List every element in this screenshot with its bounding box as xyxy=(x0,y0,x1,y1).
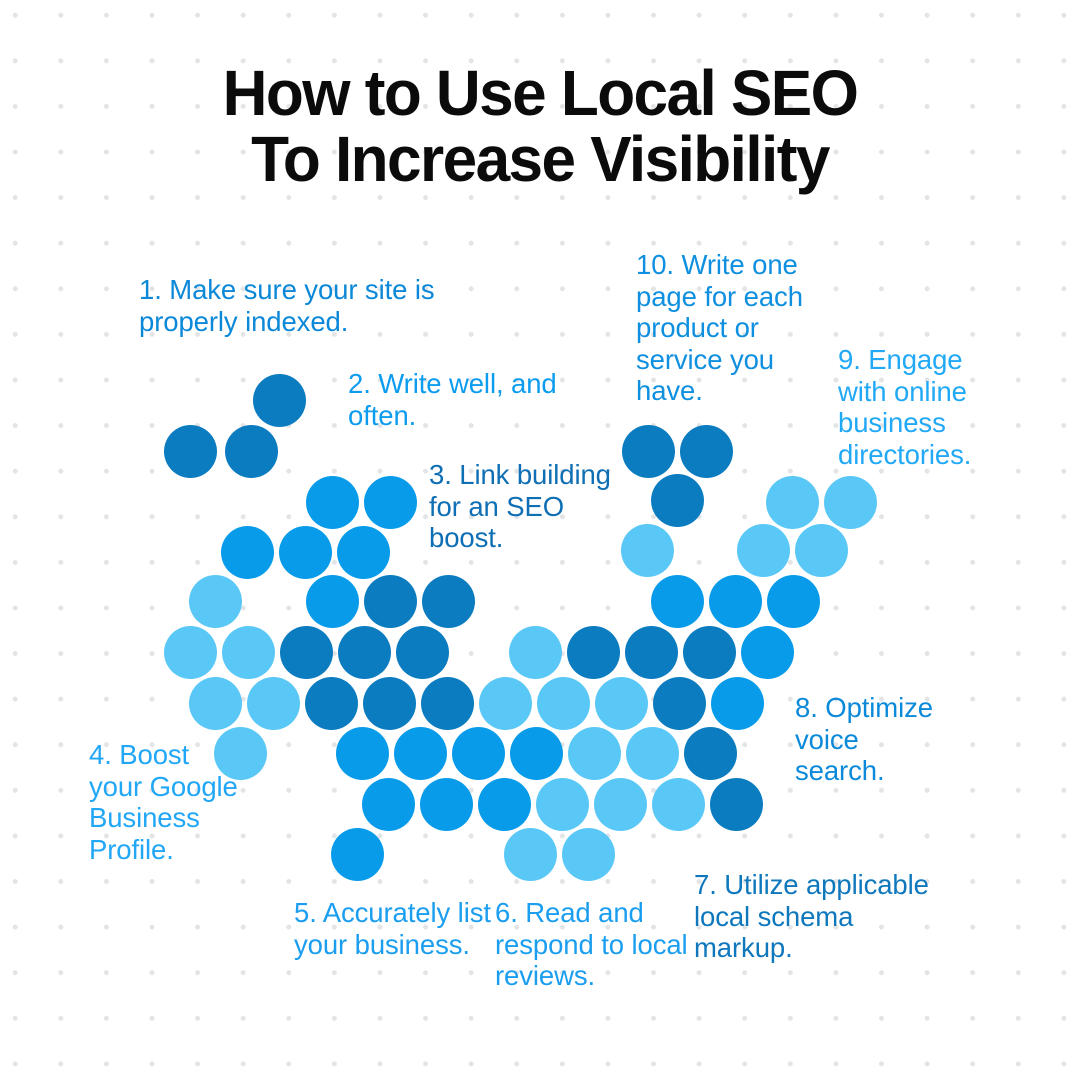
map-dot xyxy=(741,626,794,679)
map-dot xyxy=(509,626,562,679)
map-dot xyxy=(537,677,590,730)
map-dot xyxy=(478,778,531,831)
map-dot xyxy=(795,524,848,577)
tip-item-8: 8. Optimize voice search. xyxy=(795,692,933,786)
map-dot xyxy=(280,626,333,679)
map-dot xyxy=(305,677,358,730)
map-dot xyxy=(711,677,764,730)
map-dot xyxy=(364,575,417,628)
map-dot xyxy=(363,677,416,730)
page-title: How to Use Local SEO To Increase Visibil… xyxy=(0,60,1080,192)
map-dot xyxy=(625,626,678,679)
map-dot xyxy=(504,828,557,881)
tip-item-7: 7. Utilize applicable local schema marku… xyxy=(694,869,929,963)
map-dot xyxy=(421,677,474,730)
tip-item-4: 4. Boost your Google Business Profile. xyxy=(89,739,238,865)
map-dot xyxy=(225,425,278,478)
title-line-2: To Increase Visibility xyxy=(251,123,830,195)
map-dot xyxy=(336,727,389,780)
map-dot xyxy=(306,476,359,529)
map-dot xyxy=(652,778,705,831)
map-dot xyxy=(253,374,306,427)
map-dot xyxy=(710,778,763,831)
map-dot xyxy=(422,575,475,628)
map-dot xyxy=(189,575,242,628)
tip-item-1: 1. Make sure your site is properly index… xyxy=(139,274,435,337)
map-dot xyxy=(164,425,217,478)
tip-item-3: 3. Link building for an SEO boost. xyxy=(429,459,611,553)
map-dot xyxy=(479,677,532,730)
tip-item-10: 10. Write one page for each product or s… xyxy=(636,249,803,406)
map-dot xyxy=(737,524,790,577)
map-dot xyxy=(767,575,820,628)
map-dot xyxy=(247,677,300,730)
map-dot xyxy=(651,474,704,527)
map-dot xyxy=(364,476,417,529)
map-dot xyxy=(653,677,706,730)
map-dot xyxy=(306,575,359,628)
map-dot xyxy=(221,526,274,579)
map-dot xyxy=(683,626,736,679)
map-dot xyxy=(709,575,762,628)
map-dot xyxy=(626,727,679,780)
map-dot xyxy=(684,727,737,780)
map-dot xyxy=(651,575,704,628)
map-dot xyxy=(680,425,733,478)
map-dot xyxy=(568,727,621,780)
map-dot xyxy=(594,778,647,831)
map-dot xyxy=(337,526,390,579)
map-dot xyxy=(331,828,384,881)
tip-item-6: 6. Read and respond to local reviews. xyxy=(495,897,688,991)
map-dot xyxy=(164,626,217,679)
map-dot xyxy=(510,727,563,780)
map-dot xyxy=(279,526,332,579)
map-dot xyxy=(338,626,391,679)
map-dot xyxy=(562,828,615,881)
map-dot xyxy=(452,727,505,780)
title-line-1: How to Use Local SEO xyxy=(222,57,859,129)
tip-item-9: 9. Engage with online business directori… xyxy=(838,344,972,470)
map-dot xyxy=(536,778,589,831)
map-dot xyxy=(824,476,877,529)
map-dot xyxy=(189,677,242,730)
map-dot xyxy=(766,476,819,529)
map-dot xyxy=(420,778,473,831)
tip-item-5: 5. Accurately list your business. xyxy=(294,897,491,960)
map-dot xyxy=(362,778,415,831)
map-dot xyxy=(394,727,447,780)
tip-item-2: 2. Write well, and often. xyxy=(348,368,557,431)
map-dot xyxy=(595,677,648,730)
map-dot xyxy=(396,626,449,679)
map-dot xyxy=(222,626,275,679)
infographic-canvas: How to Use Local SEO To Increase Visibil… xyxy=(0,0,1080,1080)
map-dot xyxy=(567,626,620,679)
